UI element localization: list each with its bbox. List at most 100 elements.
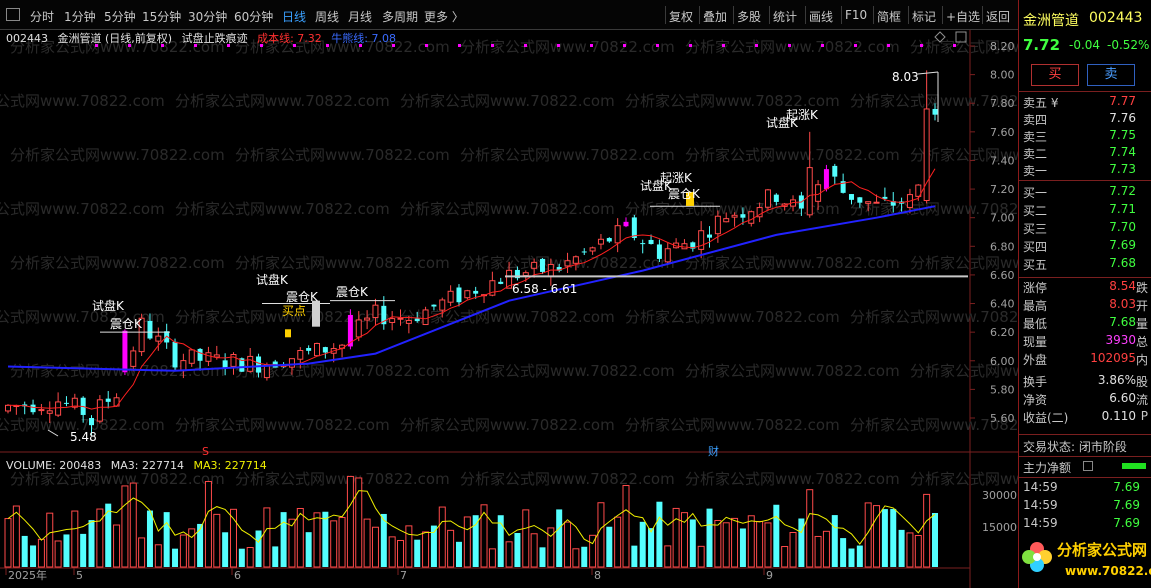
period-tab[interactable]: 多周期 (382, 8, 418, 25)
tool-button[interactable]: F10 (845, 8, 867, 22)
stat-row: 净资 6.60 流 (1023, 391, 1148, 407)
stat-row: 外盘 102095 内 (1023, 351, 1148, 367)
tool-button[interactable]: 多股 (737, 8, 761, 25)
tool-button[interactable]: 简框 (877, 8, 901, 25)
tool-button[interactable]: 复权 (669, 8, 693, 25)
tool-button[interactable]: 叠加 (703, 8, 727, 25)
stat-row: 最低 7.68 量 (1023, 315, 1148, 331)
candle-body (205, 352, 212, 362)
candle-body (322, 347, 328, 353)
signal-dot (524, 44, 527, 47)
volume-bar (581, 546, 588, 567)
main-net-row[interactable]: 主力净额 (1023, 459, 1148, 475)
tool-button[interactable]: +自选 (946, 8, 980, 25)
volume-bar (806, 489, 814, 568)
volume-bar (179, 534, 187, 568)
volume-bar (672, 507, 680, 568)
sell-button[interactable]: 卖 (1087, 64, 1135, 86)
period-tab[interactable]: 日线 (282, 8, 306, 25)
volume-bar (731, 517, 739, 568)
watermark-text: 分析家公式网www.70822.com (235, 470, 450, 488)
candle-body (597, 238, 604, 245)
signal-dot (788, 44, 791, 47)
candle-body (397, 317, 404, 320)
candle-body (623, 221, 629, 227)
tool-button[interactable]: 返回 (986, 8, 1010, 25)
watermark-text: 分析家公式网www.70822.com (400, 200, 615, 218)
period-tab[interactable]: 分时 (30, 8, 54, 25)
candle-body (631, 217, 637, 238)
candle-body (306, 348, 312, 351)
period-tab[interactable]: 5分钟 (104, 8, 136, 25)
volume-bar (564, 521, 572, 568)
watermark-text: 分析家公式网www.70822.com (625, 416, 840, 434)
candle-body (155, 335, 162, 342)
volume-bar (463, 516, 471, 568)
volume-bar (472, 515, 479, 567)
candle-body (823, 169, 829, 190)
cost-line-label: 成本线: 7.32 (257, 32, 322, 45)
candle-body (740, 214, 746, 218)
indicator-name: 试盘止跌痕迹 (181, 32, 248, 45)
ask-row: 卖三 7.75 (1023, 128, 1136, 144)
annotation-label: 震仓K (286, 290, 319, 304)
candle-body (89, 418, 95, 426)
tool-button[interactable]: 统计 (773, 8, 797, 25)
annotation-label: 8.03 (892, 70, 919, 84)
volume-bar (322, 511, 329, 567)
buy-button[interactable]: 买 (1031, 64, 1079, 86)
price-tick-label: 8.20 (990, 40, 1015, 53)
candle-body (932, 108, 938, 115)
candle-body (247, 355, 254, 372)
volume-bar (80, 533, 87, 567)
stat-row: 换手 3.86% 股 (1023, 373, 1148, 389)
tick-row: 14:59 7.69 (1023, 516, 1140, 530)
candle-body (764, 189, 771, 208)
volume-bar (890, 508, 897, 567)
period-tab[interactable]: 15分钟 (142, 8, 181, 25)
period-tab[interactable]: 60分钟 (234, 8, 273, 25)
tool-button[interactable]: 标记 (912, 8, 936, 25)
volume-bar (656, 501, 663, 567)
volume-bar (146, 510, 153, 567)
candle-body (873, 201, 880, 204)
volume-bar (714, 519, 722, 568)
volume-bar (814, 535, 822, 568)
price-tick-label: 6.00 (990, 355, 1015, 368)
volume-bar (30, 545, 37, 567)
price-chart[interactable]: 分析家公式网www.70822.com 分析家公式网www.70822.com 分析… (0, 30, 1018, 588)
signal-dot (425, 44, 428, 47)
annotation-label: 震仓K (336, 285, 369, 299)
volume-bar (856, 545, 863, 567)
volume-bar (480, 504, 488, 568)
volume-bar (138, 537, 146, 568)
period-tab[interactable]: 1分钟 (64, 8, 96, 25)
bull-bear-line-label: 牛熊线: 7.08 (331, 32, 396, 45)
volume-bar (664, 545, 672, 568)
price-tick-label: 7.40 (990, 154, 1015, 167)
period-tab[interactable]: 月线 (348, 8, 372, 25)
period-tab[interactable]: 更多 〉 (424, 8, 464, 25)
candle-body (297, 350, 304, 360)
volume-bar (572, 548, 580, 568)
volume-bar (204, 481, 212, 568)
quote-panel: 金洲管道 002443 7.72 -0.04 -0.52% 买 卖 卖五 ¥7.… (1018, 0, 1151, 588)
candle-body (180, 360, 187, 372)
menu-grid-icon[interactable] (6, 8, 20, 21)
period-tab[interactable]: 周线 (315, 8, 339, 25)
volume-bar (438, 506, 446, 568)
candle-body (288, 358, 295, 368)
volume-bar (222, 532, 229, 567)
volume-bar (614, 516, 622, 568)
time-tick-label: 7 (400, 569, 407, 582)
watermark-text: 分析家公式网www.70822.com (400, 416, 615, 434)
candle-body (38, 409, 45, 412)
volume-bar (255, 530, 262, 567)
signal-dot (821, 44, 824, 47)
site-logo: 分析家公式网 www.70822.com (1019, 533, 1151, 588)
volume-bar (781, 546, 789, 568)
period-tab[interactable]: 30分钟 (188, 8, 227, 25)
bid-row: 买一 7.72 (1023, 184, 1136, 200)
candle-body (405, 319, 412, 324)
tool-button[interactable]: 画线 (809, 8, 833, 25)
